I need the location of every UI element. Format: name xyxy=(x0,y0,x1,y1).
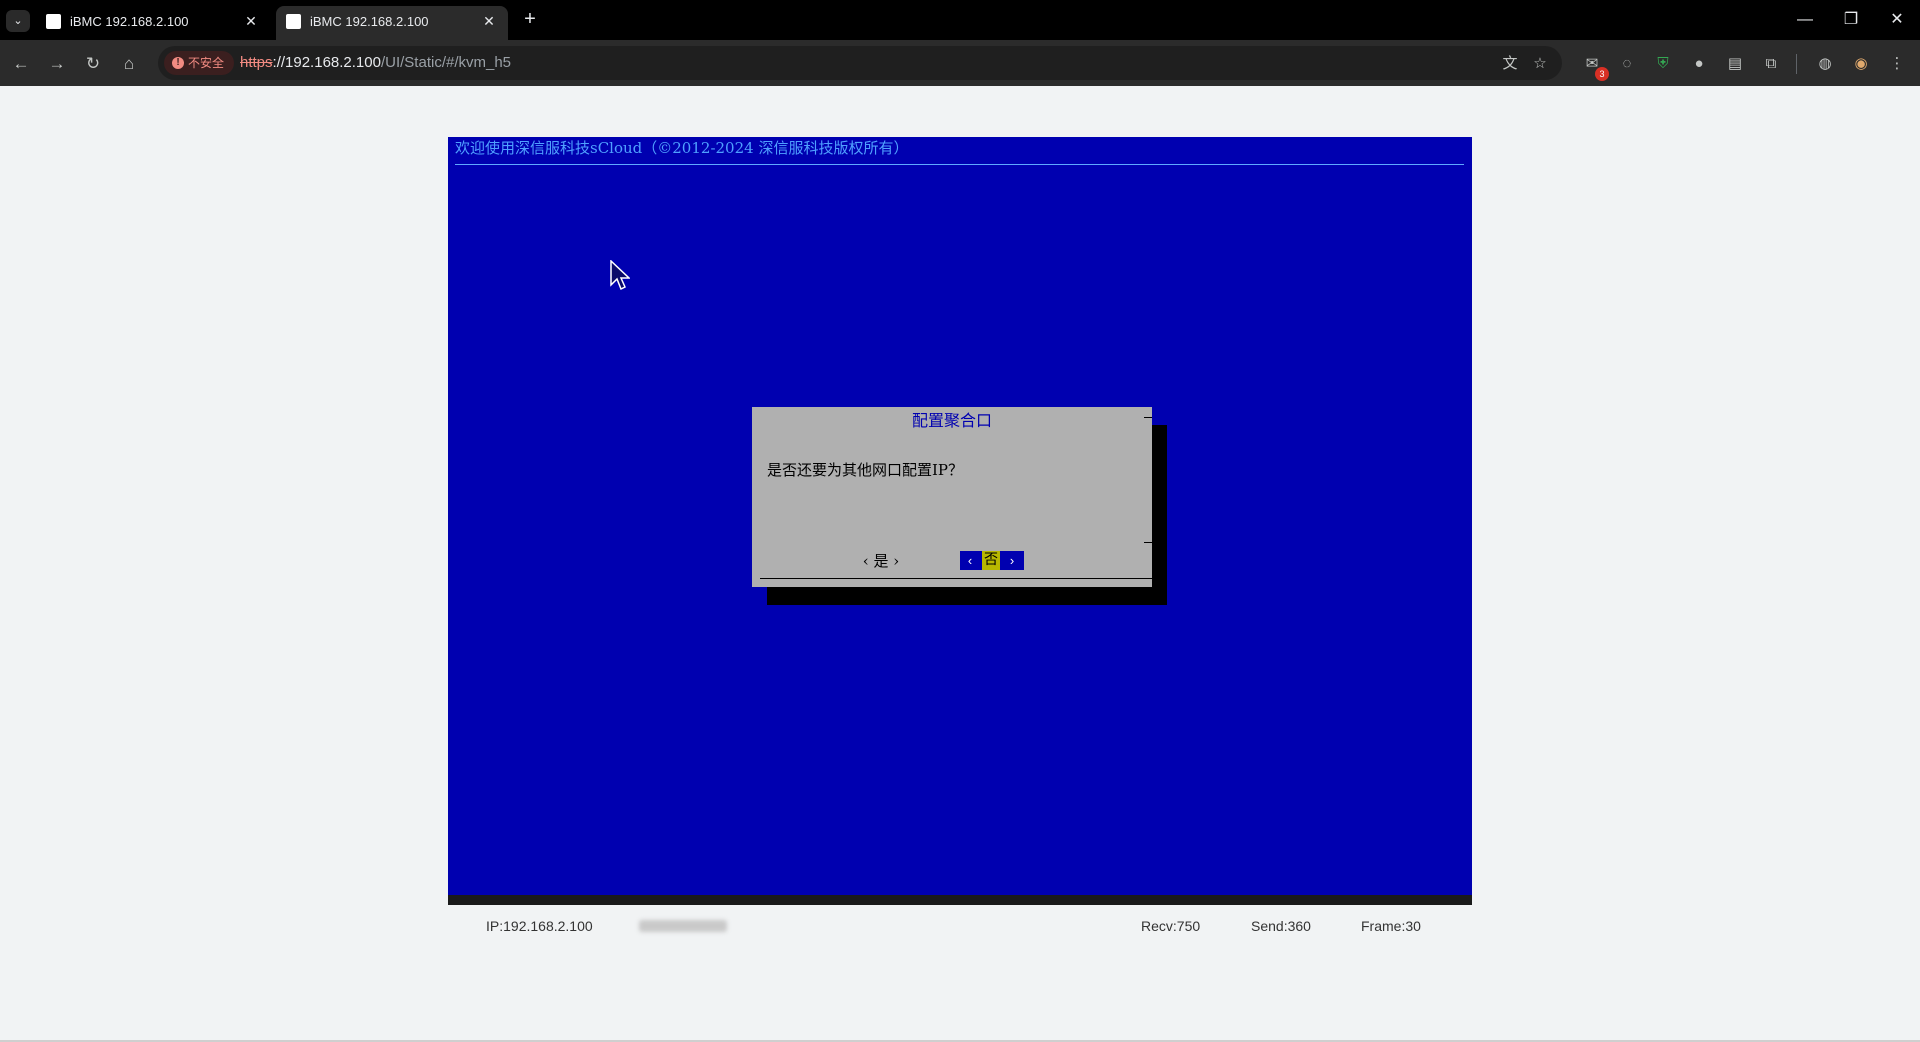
extension-shield-icon[interactable]: ⛨ xyxy=(1652,53,1674,75)
performance-icon[interactable]: ◍ xyxy=(1814,53,1836,75)
close-icon[interactable]: ✕ xyxy=(242,12,260,30)
no-button-label: 否 xyxy=(982,551,1000,570)
url-text[interactable]: https://192.168.2.100/UI/Static/#/kvm_h5 xyxy=(240,54,511,71)
restore-icon: ❐ xyxy=(1843,11,1859,28)
status-frame: Frame:30 xyxy=(1361,918,1421,934)
mouse-cursor-icon xyxy=(610,260,630,291)
dialog-scroll-mark-bottom xyxy=(1144,542,1152,543)
tab-title: iBMC 192.168.2.100 xyxy=(70,14,189,29)
extension-document-icon[interactable]: ▤ xyxy=(1724,53,1746,75)
kvm-status-bar: IP:192.168.2.100 Recv:750 Send:360 Frame… xyxy=(448,905,1472,947)
window-close-button[interactable]: ✕ xyxy=(1877,6,1917,34)
status-send: Send:360 xyxy=(1251,918,1311,934)
status-redacted-field xyxy=(639,920,727,932)
dialog-divider xyxy=(760,578,1152,579)
yes-button[interactable]: ‹ 是 › xyxy=(846,551,916,571)
tab-title: iBMC 192.168.2.100 xyxy=(310,14,429,29)
arrow-left-icon: ← xyxy=(12,54,30,73)
reload-button[interactable]: ↻ xyxy=(80,51,106,77)
url-scheme: https xyxy=(240,54,273,71)
no-button-left-bracket: ‹ xyxy=(967,553,973,568)
translate-icon[interactable]: 文 xyxy=(1500,54,1520,74)
extension-badge: 3 xyxy=(1595,67,1609,81)
close-icon[interactable]: ✕ xyxy=(480,12,498,30)
tab-ibmc-1[interactable]: iBMC 192.168.2.100 ✕ xyxy=(36,6,270,40)
avatar[interactable]: ◉ xyxy=(1850,53,1872,75)
forward-button[interactable]: → xyxy=(44,51,70,77)
plus-icon: + xyxy=(524,8,536,30)
toolbar-separator xyxy=(1796,54,1797,74)
page-favicon-icon xyxy=(46,14,61,29)
minimize-icon: — xyxy=(1797,11,1813,28)
confirm-dialog: 配置聚合口 是否还要为其他网口配置IP？ ‹ 是 › ‹ 否 › xyxy=(752,407,1152,587)
dialog-message: 是否还要为其他网口配置IP？ xyxy=(767,461,964,479)
reload-icon: ↻ xyxy=(85,54,101,73)
tab-ibmc-2[interactable]: iBMC 192.168.2.100 ✕ xyxy=(276,6,508,40)
no-button-right-bracket: › xyxy=(1009,553,1015,568)
chevron-down-icon: ⌄ xyxy=(13,15,23,27)
bookmark-star-icon[interactable]: ☆ xyxy=(1530,54,1550,74)
url-path: /UI/Static/#/kvm_h5 xyxy=(380,54,512,71)
dialog-title: 配置聚合口 xyxy=(911,411,992,430)
arrow-right-icon: → xyxy=(48,54,66,73)
no-button[interactable]: ‹ 否 › xyxy=(960,551,1024,570)
minimize-button[interactable]: — xyxy=(1785,6,1825,34)
browser-toolbar: ← → ↻ ⌂ ! 不安全 https://192.168.2.100/UI/S… xyxy=(0,40,1920,86)
kvm-welcome-header: 欢迎使用深信服科技sCloud（©2012-2024 深信服科技版权所有） xyxy=(455,139,909,157)
status-recv: Recv:750 xyxy=(1141,918,1201,934)
kvm-console-screen[interactable]: 欢迎使用深信服科技sCloud（©2012-2024 深信服科技版权所有） 配置… xyxy=(448,137,1472,905)
restore-button[interactable]: ❐ xyxy=(1831,6,1871,34)
dialog-scroll-mark-top xyxy=(1144,417,1152,418)
page-favicon-icon xyxy=(286,14,301,29)
extension-ring-icon[interactable]: ◌ xyxy=(1616,53,1638,75)
new-tab-button[interactable]: + xyxy=(519,8,541,30)
kvm-bottom-bar xyxy=(448,895,1472,905)
security-chip[interactable]: ! 不安全 xyxy=(164,51,235,75)
url-host: ://192.168.2.100 xyxy=(272,54,381,71)
tab-search-button[interactable]: ⌄ xyxy=(6,10,30,32)
close-icon: ✕ xyxy=(1890,11,1904,28)
kvm-header-divider xyxy=(455,164,1464,165)
tab-strip: ⌄ iBMC 192.168.2.100 ✕ iBMC 192.168.2.10… xyxy=(0,0,1920,40)
home-button[interactable]: ⌂ xyxy=(116,51,142,77)
extension-dot-icon[interactable]: ● xyxy=(1688,53,1710,75)
extensions-puzzle-icon[interactable]: ⧉ xyxy=(1760,53,1782,75)
menu-kebab-icon[interactable]: ⋮ xyxy=(1886,53,1908,75)
address-bar[interactable]: ! 不安全 https://192.168.2.100/UI/Static/#/… xyxy=(158,46,1562,80)
home-icon: ⌂ xyxy=(123,54,135,73)
warning-icon: ! xyxy=(172,57,184,69)
security-chip-label: 不安全 xyxy=(188,56,225,70)
status-ip: IP:192.168.2.100 xyxy=(486,918,593,934)
extension-mail-icon[interactable]: ✉ 3 xyxy=(1581,53,1609,81)
back-button[interactable]: ← xyxy=(8,51,34,77)
